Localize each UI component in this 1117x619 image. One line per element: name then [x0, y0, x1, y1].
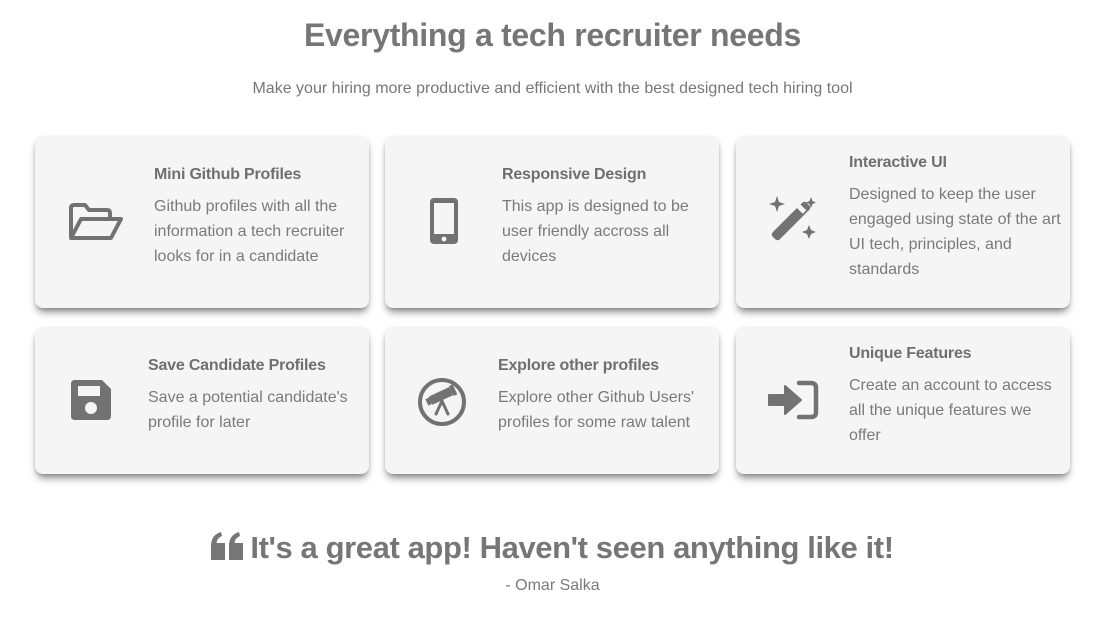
telescope-icon [417, 377, 467, 427]
testimonial-author: - Omar Salka [505, 577, 600, 594]
feature-title: Responsive Design [502, 166, 647, 183]
folder-open-icon [66, 202, 123, 242]
feature-description: Explore other Github Users' profiles for… [498, 389, 695, 431]
feature-title: Save Candidate Profiles [148, 357, 326, 374]
features-section: Everything a tech recruiter needs Make y… [0, 0, 1117, 619]
feature-card-mini-github-profiles: Mini Github Profiles Github profiles wit… [35, 136, 369, 308]
feature-title: Explore other profiles [498, 357, 659, 374]
feature-description: Save a potential candidate's profile for… [148, 389, 348, 431]
floppy-disk-icon [69, 378, 113, 422]
testimonial-quote: It's a great app! Haven't seen anything … [0, 527, 1105, 571]
feature-title: Mini Github Profiles [154, 166, 302, 183]
feature-card-responsive-design: Responsive Design This app is designed t… [385, 136, 719, 308]
feature-description: Create an account to access all the uniq… [849, 377, 1052, 444]
feature-card-unique-features: Unique Features Create an account to acc… [736, 327, 1070, 474]
feature-card-save-candidate-profiles: Save Candidate Profiles Save a potential… [35, 327, 369, 474]
feature-description: This app is designed to be user friendly… [502, 198, 689, 265]
sign-in-icon [767, 380, 819, 420]
feature-card-explore-other-profiles: Explore other profiles Explore other Git… [385, 327, 719, 474]
feature-title: Unique Features [849, 345, 972, 362]
feature-title: Interactive UI [849, 154, 947, 171]
feature-description: Designed to keep the user engaged using … [849, 186, 1061, 278]
section-title: Everything a tech recruiter needs [304, 17, 801, 53]
testimonial-text: It's a great app! Haven't seen anything … [250, 530, 894, 565]
section-subtitle: Make your hiring more productive and eff… [252, 80, 853, 97]
magic-wand-icon [767, 195, 819, 247]
feature-card-interactive-ui: Interactive UI Designed to keep the user… [736, 136, 1070, 308]
mobile-phone-icon [428, 196, 460, 246]
feature-description: Github profiles with all the information… [154, 198, 345, 265]
quote-left-icon [211, 529, 244, 571]
